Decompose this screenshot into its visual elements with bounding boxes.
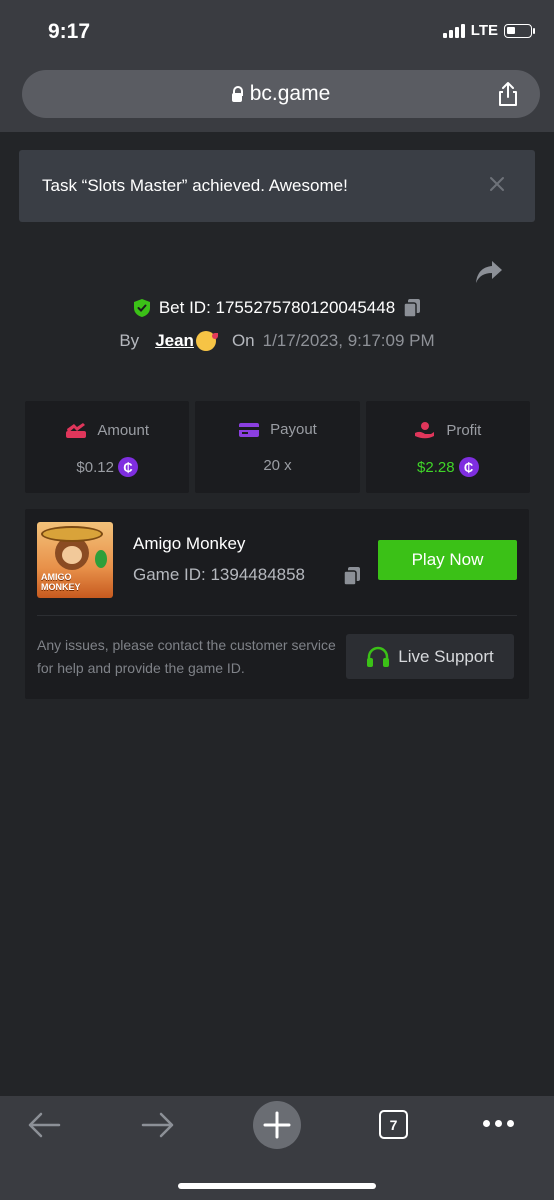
game-name: Amigo Monkey [133, 534, 246, 553]
game-id: Game ID: 1394484858 [133, 565, 306, 584]
profit-label: Profit [446, 421, 482, 439]
profit-value: $2.28 [417, 458, 455, 476]
by-label: By [119, 331, 140, 350]
profit-icon [415, 422, 435, 439]
profit-card: Profit $2.28 ₵ [365, 401, 530, 493]
emoji-icon [195, 331, 218, 351]
card-icon [239, 422, 260, 437]
toast-message: Task “Slots Master” achieved. Awesome! [42, 176, 348, 195]
username-link[interactable]: Jean [155, 331, 194, 351]
home-indicator [178, 1183, 376, 1189]
battery-icon [504, 23, 535, 38]
bet-stats: Amount $0.12 ₵ Payout 20 x Profit $2.28 … [25, 401, 530, 493]
thumb-title-line2: MONKEY [41, 582, 81, 592]
copy-icon[interactable] [343, 566, 361, 586]
browser-toolbar: 7 [0, 1096, 554, 1200]
game-thumbnail[interactable]: AMIGO MONKEY [37, 522, 113, 598]
share-icon[interactable] [496, 81, 520, 107]
shield-check-icon [133, 299, 150, 317]
live-support-button[interactable]: Live Support [346, 634, 514, 679]
status-time: 9:17 [48, 20, 91, 43]
support-note: Any issues, please contact the customer … [37, 637, 336, 676]
payout-value: 20 x [263, 457, 292, 474]
divider [37, 615, 517, 616]
amount-card: Amount $0.12 ₵ [25, 401, 190, 493]
coin-icon: ₵ [458, 457, 479, 477]
network-label: LTE [470, 22, 498, 39]
sombrero-hat [41, 526, 103, 542]
more-icon[interactable] [483, 1120, 514, 1127]
plus-icon [263, 1111, 291, 1139]
back-arrow-icon[interactable] [26, 1110, 62, 1140]
bet-id-row: Bet ID: 1755275780120045448 [0, 298, 554, 318]
share-icon[interactable] [474, 258, 504, 286]
amount-label: Amount [97, 421, 150, 439]
game-panel: AMIGO MONKEY Amigo Monkey Game ID: 13944… [25, 509, 529, 699]
forward-arrow-icon[interactable] [140, 1110, 176, 1140]
play-now-button[interactable]: Play Now [378, 540, 517, 580]
coin-icon: ₵ [117, 457, 138, 477]
achievement-toast: Task “Slots Master” achieved. Awesome! [19, 150, 535, 222]
bet-meta-row: By Jean On 1/17/2023, 9:17:09 PM [0, 331, 554, 351]
url-text: bc.game [249, 82, 331, 105]
tabs-button[interactable]: 7 [379, 1110, 408, 1139]
amount-value: $0.12 [76, 458, 114, 476]
thumb-title-line1: AMIGO [41, 572, 72, 582]
new-tab-button[interactable] [253, 1101, 301, 1149]
headset-icon [367, 646, 390, 667]
payout-label: Payout [270, 421, 317, 438]
payout-card: Payout 20 x [195, 401, 360, 493]
lock-icon [231, 85, 243, 102]
bet-id: Bet ID: 1755275780120045448 [158, 298, 396, 317]
amount-icon [66, 423, 87, 438]
close-icon[interactable] [487, 174, 507, 194]
browser-top-chrome: 9:17 LTE bc.game [0, 0, 554, 132]
maraca [95, 550, 107, 568]
on-label: On [231, 331, 255, 350]
copy-icon[interactable] [403, 298, 421, 318]
url-bar[interactable]: bc.game [22, 70, 540, 118]
live-support-label: Live Support [398, 646, 494, 666]
signal-icon [442, 23, 465, 38]
bet-date: 1/17/2023, 9:17:09 PM [262, 331, 435, 350]
status-indicators: LTE [442, 22, 535, 39]
